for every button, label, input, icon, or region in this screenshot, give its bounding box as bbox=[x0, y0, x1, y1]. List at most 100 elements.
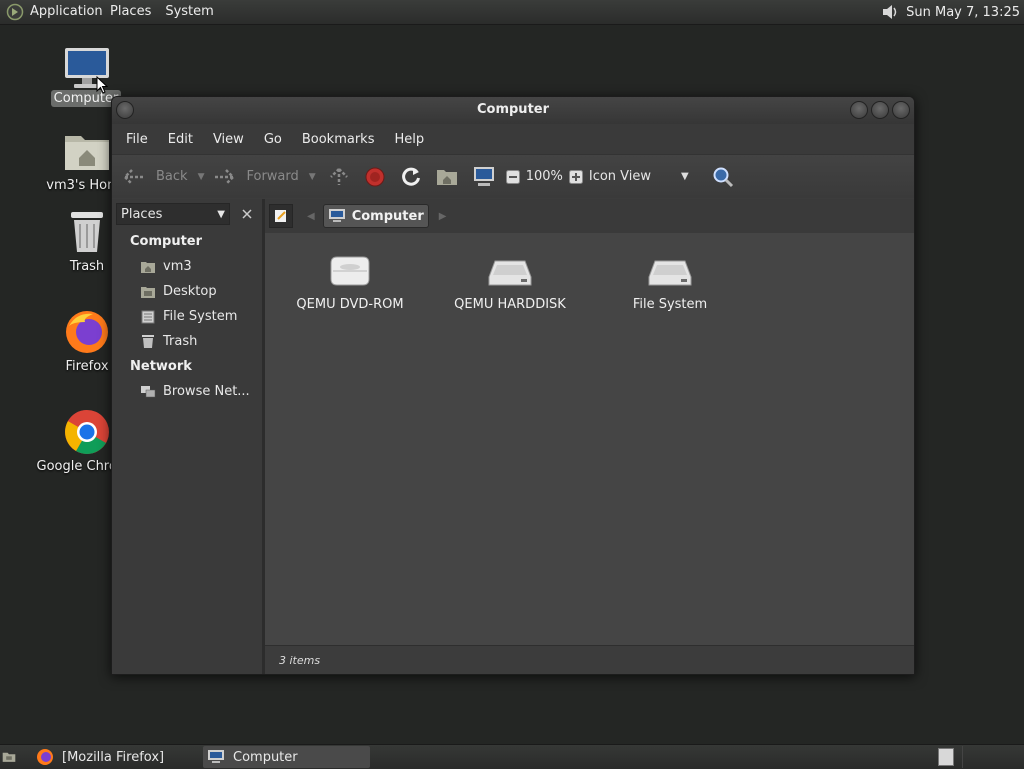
edit-location-button[interactable] bbox=[269, 204, 293, 228]
item-count: 3 items bbox=[279, 654, 321, 667]
places-menu[interactable]: Places bbox=[103, 0, 158, 24]
taskbar-item-label: Computer bbox=[233, 749, 298, 765]
window-menu-button[interactable] bbox=[116, 101, 134, 119]
system-menu[interactable]: System bbox=[158, 0, 220, 24]
stop-icon bbox=[365, 167, 385, 186]
chrome-icon bbox=[65, 410, 109, 454]
forward-button[interactable]: Forward bbox=[212, 162, 299, 192]
trash-icon bbox=[142, 335, 154, 348]
up-arrow-icon bbox=[329, 167, 348, 185]
search-button[interactable] bbox=[711, 162, 735, 192]
stop-button[interactable] bbox=[364, 162, 386, 192]
applications-menu[interactable]: Applications bbox=[26, 0, 103, 24]
breadcrumb-computer[interactable]: Computer bbox=[322, 204, 429, 228]
workspace-switcher[interactable] bbox=[962, 746, 1023, 768]
crumb-left-arrow[interactable]: ◀ bbox=[307, 211, 315, 222]
sidebar-item-browse-network[interactable]: Browse Net... bbox=[112, 379, 262, 404]
menu-view[interactable]: View bbox=[203, 132, 254, 147]
home-button[interactable] bbox=[436, 162, 458, 192]
menu-go[interactable]: Go bbox=[254, 132, 292, 147]
sidebar-item-label: Browse Net... bbox=[163, 384, 250, 399]
close-icon bbox=[242, 209, 252, 219]
back-arrow-icon bbox=[123, 168, 143, 185]
forward-arrow-icon bbox=[215, 168, 236, 185]
taskbar-item-computer[interactable]: Computer bbox=[203, 746, 370, 768]
computer-icon bbox=[328, 209, 345, 222]
sidebar-heading-network: Network bbox=[130, 359, 192, 374]
file-view[interactable]: QEMU DVD-ROM QEMU HARDDISK File System bbox=[265, 233, 914, 645]
zoom-in-button[interactable] bbox=[568, 162, 583, 192]
workspace-1-button[interactable] bbox=[938, 746, 956, 768]
back-history-dropdown[interactable]: ▼ bbox=[198, 172, 205, 182]
view-mode-value: Icon View bbox=[588, 169, 652, 184]
zoom-in-icon bbox=[568, 169, 583, 184]
harddisk-icon bbox=[648, 260, 692, 286]
distro-logo-icon[interactable] bbox=[6, 3, 24, 21]
clock[interactable]: Sun May 7, 13:25 bbox=[904, 5, 1024, 20]
top-panel: Applications Places System Sun May 7, 13… bbox=[0, 0, 1024, 25]
zoom-out-button[interactable] bbox=[505, 162, 520, 192]
back-label: Back bbox=[156, 169, 188, 184]
minimize-button[interactable] bbox=[850, 101, 868, 119]
back-button[interactable]: Back bbox=[122, 162, 188, 192]
reload-icon bbox=[401, 167, 420, 186]
file-item-file-system[interactable]: File System bbox=[595, 247, 745, 312]
sidebar-item-label: vm3 bbox=[163, 259, 192, 274]
menu-bookmarks[interactable]: Bookmarks bbox=[292, 132, 385, 147]
chevron-down-icon: ▼ bbox=[681, 171, 689, 182]
bottom-panel: [Mozilla Firefox] Computer bbox=[0, 744, 1024, 769]
menu-file[interactable]: File bbox=[116, 132, 158, 147]
sidebar-close-button[interactable] bbox=[236, 203, 258, 225]
location-bar: ◀ Computer ▶ bbox=[265, 199, 914, 233]
computer-button[interactable] bbox=[472, 162, 496, 192]
edit-icon bbox=[275, 210, 286, 222]
show-desktop-icon bbox=[2, 752, 16, 762]
network-icon bbox=[141, 385, 156, 397]
computer-icon bbox=[208, 750, 224, 763]
sidebar-item-desktop[interactable]: Desktop bbox=[112, 279, 262, 304]
view-mode-select[interactable]: Icon View ▼ bbox=[589, 169, 689, 184]
sidebar-heading-computer: Computer bbox=[130, 234, 203, 249]
sidebar-item-trash[interactable]: Trash bbox=[112, 329, 262, 354]
file-item-label: QEMU DVD-ROM bbox=[296, 297, 404, 312]
harddisk-icon bbox=[488, 260, 532, 286]
sidebar-item-vm3[interactable]: vm3 bbox=[112, 254, 262, 279]
maximize-button[interactable] bbox=[871, 101, 889, 119]
file-item-harddisk[interactable]: QEMU HARDDISK bbox=[435, 247, 585, 312]
mouse-cursor-icon bbox=[96, 76, 108, 94]
file-item-dvd-rom[interactable]: QEMU DVD-ROM bbox=[275, 247, 425, 312]
optical-drive-icon bbox=[330, 256, 370, 286]
breadcrumb-label: Computer bbox=[351, 208, 424, 224]
menu-bar: File Edit View Go Bookmarks Help bbox=[112, 124, 914, 154]
taskbar-item-firefox[interactable]: [Mozilla Firefox] bbox=[36, 746, 196, 768]
desktop-icon-label: Trash bbox=[69, 259, 105, 274]
sidebar-item-label: Trash bbox=[163, 334, 198, 349]
toolbar: Back ▼ Forward ▼ 100% Icon View ▼ bbox=[112, 154, 914, 198]
close-button[interactable] bbox=[892, 101, 910, 119]
panel-tray: Sun May 7, 13:25 bbox=[880, 0, 1024, 24]
home-folder-icon bbox=[141, 261, 155, 273]
sidebar-pane-select[interactable]: Places ▼ bbox=[116, 203, 230, 225]
zoom-level: 100% bbox=[525, 169, 563, 184]
menu-edit[interactable]: Edit bbox=[158, 132, 203, 147]
show-desktop-button[interactable] bbox=[2, 746, 24, 768]
search-icon bbox=[713, 167, 733, 187]
file-item-label: File System bbox=[632, 297, 708, 312]
sidebar: Places ▼ Computer vm3 Desktop File Syste… bbox=[112, 199, 265, 674]
menu-help[interactable]: Help bbox=[384, 132, 434, 147]
sidebar-item-label: File System bbox=[163, 309, 238, 324]
forward-label: Forward bbox=[246, 169, 299, 184]
trash-icon bbox=[71, 212, 103, 252]
volume-icon[interactable] bbox=[880, 3, 900, 21]
crumb-right-arrow[interactable]: ▶ bbox=[439, 211, 447, 222]
title-bar[interactable]: Computer bbox=[112, 97, 914, 124]
status-bar: 3 items bbox=[265, 645, 914, 674]
up-button[interactable] bbox=[328, 162, 350, 192]
sidebar-header: Places ▼ bbox=[112, 199, 262, 229]
sidebar-pane-value: Places bbox=[121, 206, 163, 222]
firefox-icon bbox=[37, 749, 53, 765]
forward-history-dropdown[interactable]: ▼ bbox=[309, 172, 316, 182]
desktop-icon-label: Firefox bbox=[65, 359, 109, 374]
sidebar-item-file-system[interactable]: File System bbox=[112, 304, 262, 329]
reload-button[interactable] bbox=[400, 162, 422, 192]
